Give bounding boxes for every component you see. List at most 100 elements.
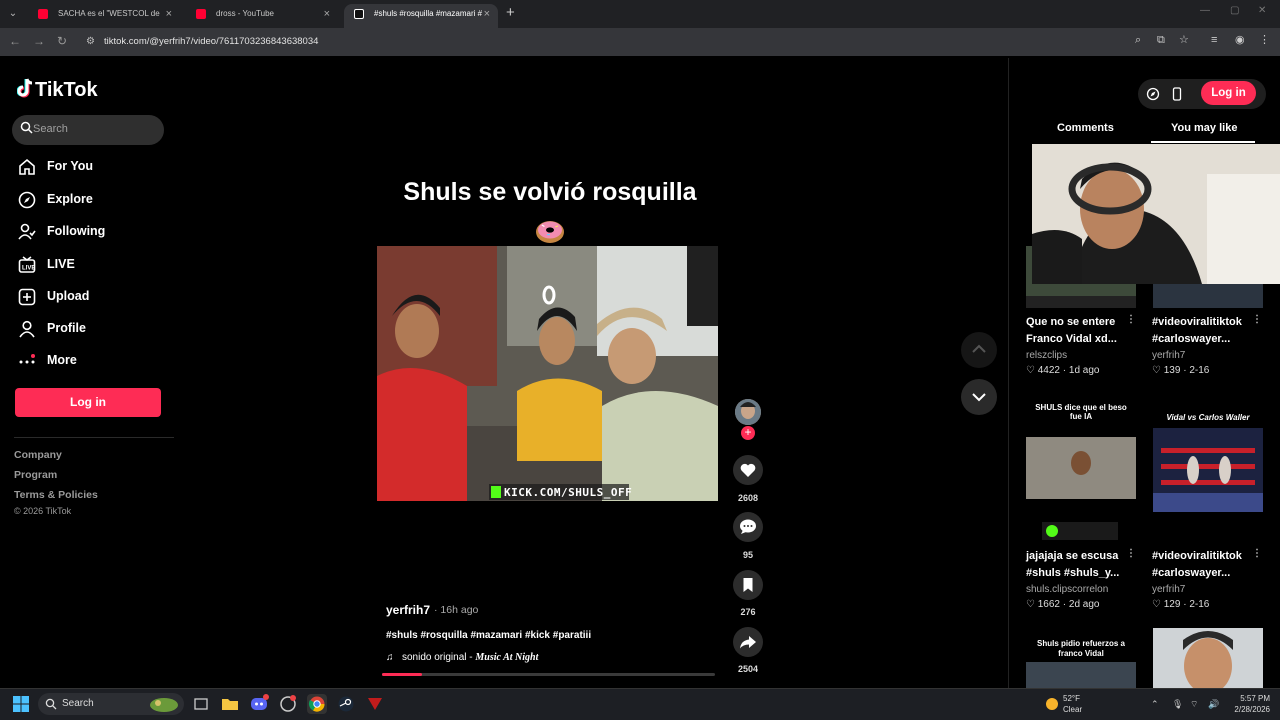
card-author[interactable]: shuls.clipscorrelon [1026, 584, 1108, 595]
new-tab-button[interactable]: + [506, 5, 515, 21]
comment-button[interactable] [733, 512, 763, 542]
close-window-icon[interactable]: ✕ [1258, 5, 1266, 16]
card-author[interactable]: yerfrih7 [1152, 584, 1185, 595]
tray-chevron-icon[interactable]: ⌃ [1151, 699, 1159, 710]
thumbnail-image [1026, 437, 1136, 540]
discord-icon[interactable] [249, 694, 269, 714]
profile-icon [19, 320, 35, 338]
network-icon[interactable]: ⌔ [1190, 699, 1198, 710]
system-clock[interactable]: 5:57 PM 2/28/2026 [1226, 693, 1270, 715]
card-title[interactable]: jajajaja se escusa #shuls #shuls_y... [1026, 548, 1126, 582]
card-stats: ♡ 129 · 2-16 [1152, 599, 1209, 610]
chrome-icon[interactable] [307, 694, 327, 714]
forward-icon[interactable]: → [33, 34, 45, 48]
video-thumbnail[interactable]: SHULS dice que el beso fue IA [1026, 398, 1136, 544]
header-login-button[interactable]: Log in [1201, 81, 1256, 105]
card-title[interactable]: #videoviralitiktok #carloswayer... [1152, 548, 1252, 582]
heart-outline-icon: ♡ [1152, 365, 1161, 376]
microphone-icon[interactable]: 🎙 [1172, 699, 1183, 710]
card-likes: 129 [1163, 599, 1181, 610]
windows-start-icon[interactable] [13, 696, 29, 712]
video-progress-bar[interactable] [382, 673, 715, 676]
card-more-icon[interactable]: ⋮ [1126, 314, 1136, 325]
search-input[interactable]: Search [12, 115, 164, 145]
file-explorer-icon[interactable] [220, 694, 240, 714]
author-username[interactable]: yerfrih7 [386, 603, 430, 617]
card-likes: 1662 [1037, 599, 1060, 610]
close-tab-icon[interactable]: × [484, 4, 490, 24]
card-title[interactable]: #videoviralitiktok #carloswayer... [1152, 314, 1252, 348]
nav-label: For You [47, 159, 94, 173]
tiktok-icon [354, 9, 364, 19]
previous-video-button[interactable] [961, 332, 997, 368]
reading-list-icon[interactable]: ≡ [1211, 34, 1217, 46]
save-button[interactable] [733, 570, 763, 600]
card-author[interactable]: yerfrih7 [1152, 350, 1185, 361]
card-date: · 2-16 [1183, 365, 1210, 376]
bookmark-star-icon[interactable]: ☆ [1179, 34, 1189, 46]
login-button[interactable]: Log in [15, 388, 161, 417]
tab-title: SACHA es el "WESTCOL de [58, 9, 160, 18]
video-thumbnail[interactable]: Vidal vs Carlos Waller [1153, 408, 1263, 512]
minimize-icon[interactable]: — [1200, 5, 1210, 16]
chevron-down-icon [972, 393, 986, 402]
browser-tab[interactable]: dross - YouTube × [186, 4, 338, 28]
footer-link-terms[interactable]: Terms & Policies [14, 489, 98, 501]
explore-compass-icon[interactable] [1146, 87, 1160, 101]
volume-icon[interactable]: 🔊 [1208, 699, 1219, 710]
tiktok-logo[interactable]: TikTok [16, 78, 98, 102]
browser-tab-active[interactable]: #shuls #rosquilla #mazamari # × [344, 4, 498, 28]
url-text[interactable]: tiktok.com/@yerfrih7/video/7611703236843… [104, 36, 318, 47]
like-button[interactable] [733, 455, 763, 485]
card-date: · 2d ago [1062, 599, 1100, 610]
game-glyph [368, 698, 382, 710]
footer-link-program[interactable]: Program [14, 469, 57, 481]
video-player[interactable]: KICK.COM/SHULS_OFF [377, 246, 718, 501]
footer-link-company[interactable]: Company [14, 449, 62, 461]
mobile-app-icon[interactable] [1170, 87, 1184, 101]
game-app-icon[interactable] [365, 694, 385, 714]
steam-icon[interactable] [336, 694, 356, 714]
weather-widget[interactable]: 52°F Clear [1063, 693, 1082, 715]
app-icon[interactable] [278, 694, 298, 714]
close-tab-icon[interactable]: × [166, 4, 172, 24]
post-time: · 16h ago [434, 604, 479, 616]
browser-menu-icon[interactable]: ⋮ [1259, 34, 1270, 46]
back-icon[interactable]: ← [9, 34, 21, 48]
maximize-icon[interactable]: ▢ [1230, 5, 1239, 16]
author-photo [735, 399, 761, 425]
video-thumbnail[interactable]: Shuls pidio refuerzos a franco Vidal [1026, 634, 1136, 688]
tab-comments[interactable]: Comments [1057, 122, 1114, 134]
author-avatar[interactable] [735, 399, 761, 425]
comment-icon [740, 519, 756, 534]
card-author[interactable]: relszclips [1026, 350, 1067, 361]
close-tab-icon[interactable]: × [324, 4, 330, 24]
browser-tab[interactable]: SACHA es el "WESTCOL de × [28, 4, 180, 28]
video-thumbnail[interactable] [1153, 628, 1263, 688]
card-more-icon[interactable]: ⋮ [1126, 548, 1136, 559]
nav-label: Upload [47, 289, 90, 303]
card-more-icon[interactable]: ⋮ [1252, 548, 1262, 559]
tab-you-may-like[interactable]: You may like [1171, 122, 1237, 134]
share-count: 2504 [737, 664, 759, 674]
task-view-icon[interactable] [191, 694, 211, 714]
profile-icon[interactable]: ◉ [1235, 34, 1245, 46]
tab-search-icon[interactable]: ⌄ [4, 5, 22, 23]
heart-icon [740, 463, 756, 477]
follow-button[interactable]: + [741, 426, 755, 440]
reload-icon[interactable]: ↻ [57, 34, 67, 48]
zoom-icon[interactable]: ⌕ [1135, 34, 1141, 46]
nav-label: LIVE [47, 257, 75, 271]
music-info[interactable]: sonido original - Music At Night [402, 652, 538, 663]
video-hashtags[interactable]: #shuls #rosquilla #mazamari #kick #parat… [386, 630, 591, 641]
next-video-button[interactable] [961, 379, 997, 415]
search-icon [45, 698, 57, 710]
card-more-icon[interactable]: ⋮ [1252, 314, 1262, 325]
install-icon[interactable]: ⧉ [1157, 34, 1165, 46]
share-button[interactable] [733, 627, 763, 657]
nav-label: Following [47, 224, 106, 238]
taskbar-search[interactable]: Search [38, 693, 184, 715]
card-title[interactable]: Que no se entere Franco Vidal xd... [1026, 314, 1126, 348]
address-bar[interactable]: ⚙ tiktok.com/@yerfrih7/video/76117032368… [80, 31, 1200, 53]
site-info-icon[interactable]: ⚙ [86, 36, 95, 47]
